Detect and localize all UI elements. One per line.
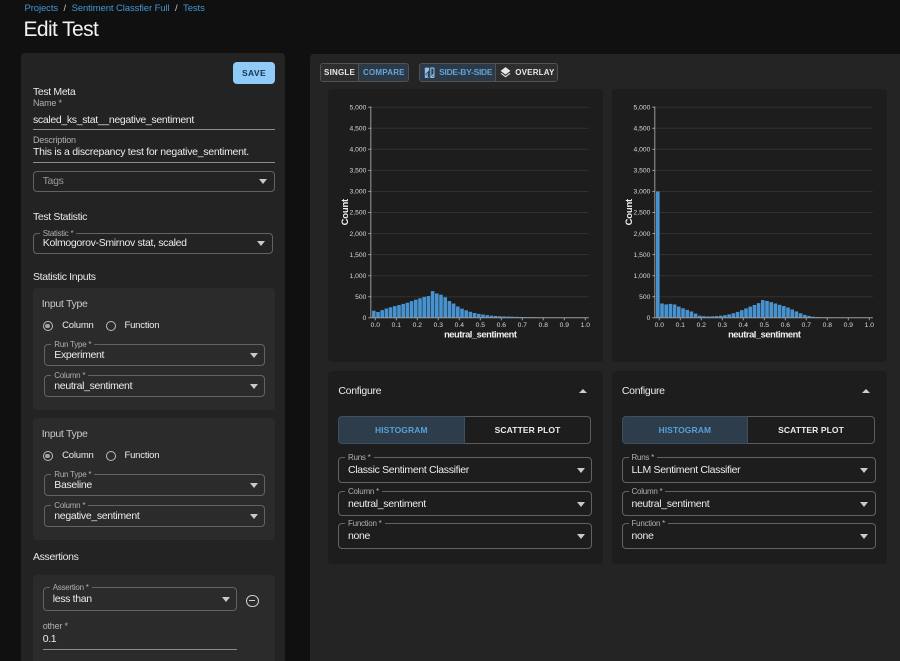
svg-text:0.4: 0.4	[738, 321, 748, 328]
svg-text:0.5: 0.5	[476, 321, 486, 328]
svg-text:2,000: 2,000	[350, 230, 367, 237]
svg-text:1.0: 1.0	[581, 321, 591, 328]
svg-text:0.7: 0.7	[518, 321, 528, 328]
svg-text:0.9: 0.9	[560, 321, 570, 328]
svg-text:3,000: 3,000	[633, 188, 650, 195]
svg-text:neutral_sentiment: neutral_sentiment	[728, 329, 801, 339]
svg-text:Count: Count	[340, 198, 351, 225]
svg-text:0.0: 0.0	[654, 321, 664, 328]
svg-text:2,500: 2,500	[350, 209, 367, 216]
svg-text:4,500: 4,500	[350, 125, 367, 132]
svg-text:0.2: 0.2	[696, 321, 706, 328]
svg-text:0.0: 0.0	[371, 321, 381, 328]
svg-text:0.4: 0.4	[455, 321, 465, 328]
svg-text:1,000: 1,000	[633, 273, 650, 280]
svg-text:1,500: 1,500	[633, 251, 650, 258]
svg-text:4,500: 4,500	[633, 125, 650, 132]
svg-text:0.2: 0.2	[413, 321, 423, 328]
svg-text:4,000: 4,000	[350, 146, 367, 153]
svg-text:0.6: 0.6	[497, 321, 507, 328]
svg-text:1,500: 1,500	[350, 251, 367, 258]
svg-text:0: 0	[363, 315, 367, 322]
svg-text:500: 500	[355, 294, 366, 301]
svg-text:0.6: 0.6	[780, 321, 790, 328]
svg-text:0.1: 0.1	[392, 321, 402, 328]
svg-text:3,500: 3,500	[633, 167, 650, 174]
svg-text:0.3: 0.3	[717, 321, 727, 328]
svg-text:4,000: 4,000	[633, 146, 650, 153]
svg-text:0.3: 0.3	[434, 321, 444, 328]
svg-text:3,500: 3,500	[350, 167, 367, 174]
svg-text:0.8: 0.8	[822, 321, 832, 328]
svg-text:0.5: 0.5	[759, 321, 769, 328]
svg-text:1.0: 1.0	[864, 321, 874, 328]
svg-text:2,500: 2,500	[633, 209, 650, 216]
svg-text:2,000: 2,000	[633, 230, 650, 237]
svg-text:5,000: 5,000	[633, 104, 650, 111]
svg-text:500: 500	[639, 294, 650, 301]
svg-text:0.7: 0.7	[801, 321, 811, 328]
svg-text:0.8: 0.8	[539, 321, 549, 328]
svg-text:1,000: 1,000	[350, 273, 367, 280]
svg-text:Count: Count	[624, 198, 635, 225]
svg-text:3,000: 3,000	[350, 188, 367, 195]
svg-text:0.9: 0.9	[843, 321, 853, 328]
svg-text:0.1: 0.1	[675, 321, 685, 328]
svg-text:5,000: 5,000	[350, 104, 367, 111]
svg-text:neutral_sentiment: neutral_sentiment	[444, 329, 517, 339]
svg-text:0: 0	[646, 315, 650, 322]
